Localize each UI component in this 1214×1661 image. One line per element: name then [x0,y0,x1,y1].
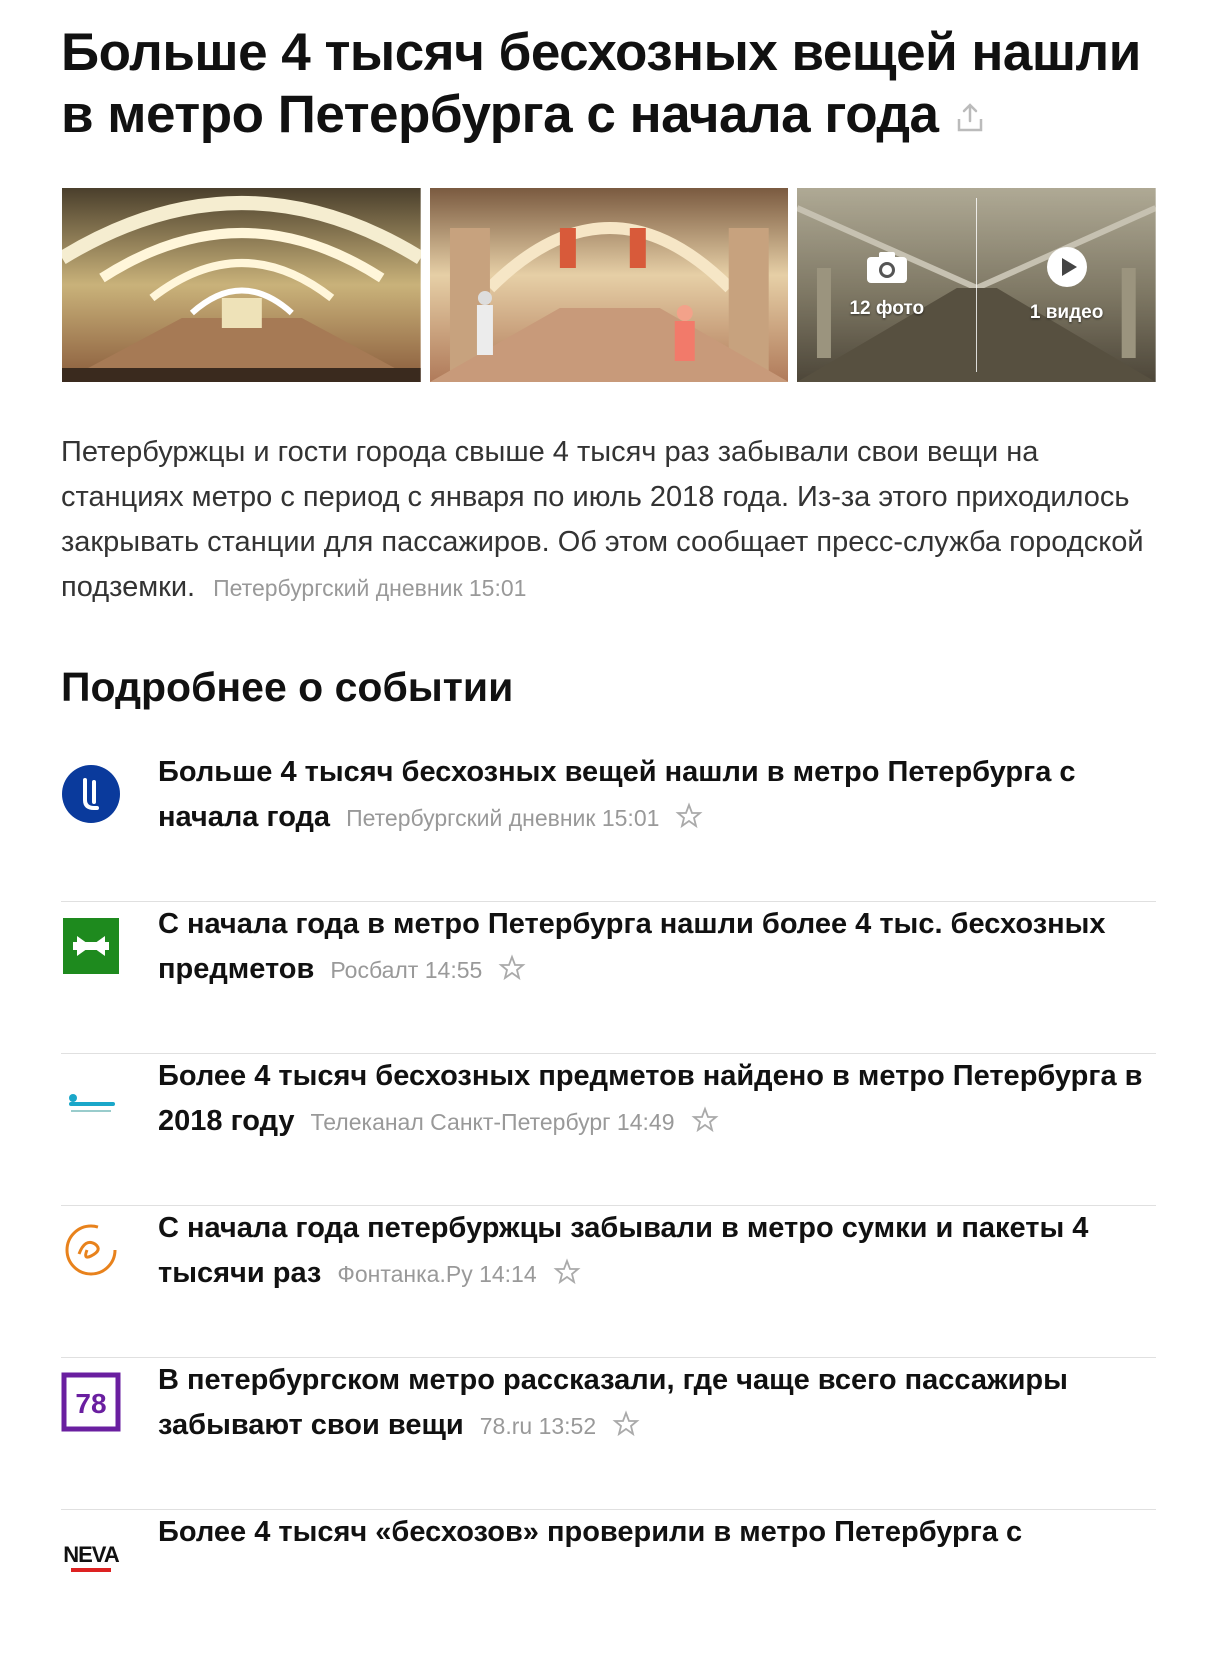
star-icon[interactable] [553,1258,581,1286]
title-row: Больше 4 тысяч бесхозных вещей нашли в м… [61,22,1161,146]
news-page: Больше 4 тысяч бесхозных вещей нашли в м… [0,0,1214,1572]
article-lead: Петербуржцы и гости города свыше 4 тысяч… [61,430,1151,611]
78-logo-text: 78 [75,1388,106,1419]
story-meta[interactable]: Телеканал Санкт-Петербург 14:49 [311,1109,675,1135]
story-headline[interactable]: С начала года в метро Петербурга нашли б… [158,908,1106,985]
story-item: NEVA Более 4 тысяч «бесхозов» проверили … [61,1510,1156,1661]
neva-today-logo[interactable]: NEVA [61,1524,121,1584]
spb-tv-logo[interactable] [61,1068,121,1128]
photos-button[interactable]: 12 фото [797,188,976,382]
story-item: Больше 4 тысяч бесхозных вещей нашли в м… [61,750,1156,902]
rosbalt-logo[interactable] [61,916,121,976]
lead-source[interactable]: Петербургский дневник 15:01 [213,575,526,601]
story-meta[interactable]: Фонтанка.Ру 14:14 [337,1261,536,1287]
fontanka-logo[interactable] [61,1220,121,1280]
story-headline[interactable]: Более 4 тысяч «бесхозов» проверили в мет… [158,1516,1022,1548]
star-icon[interactable] [612,1410,640,1438]
gallery-photo-1[interactable] [62,188,421,382]
photo-gallery: 12 фото 1 видео [62,188,1157,382]
video-button[interactable]: 1 видео [977,188,1156,382]
story-meta[interactable]: Петербургский дневник 15:01 [346,805,659,831]
star-icon[interactable] [675,802,703,830]
story-meta[interactable]: Росбалт 14:55 [330,957,482,983]
media-overlay: 12 фото 1 видео [797,188,1156,382]
star-icon[interactable] [498,954,526,982]
story-headline[interactable]: С начала года петербуржцы забывали в мет… [158,1212,1088,1289]
spb-diary-logo[interactable] [61,764,121,824]
gallery-media-tile: 12 фото 1 видео [797,188,1157,382]
78-logo[interactable]: 78 [61,1372,121,1432]
story-item: Более 4 тысяч бесхозных предметов найден… [61,1054,1156,1206]
neva-logo-text: NEVA [63,1542,120,1567]
photos-count-label: 12 фото [849,298,925,319]
story-item: 78 В петербургском метро рассказали, где… [61,1358,1156,1510]
play-icon [1046,247,1087,287]
story-meta[interactable]: 78.ru 13:52 [480,1413,596,1439]
story-item: С начала года петербуржцы забывали в мет… [61,1206,1156,1358]
share-icon[interactable] [953,101,987,135]
story-text: Более 4 тысяч «бесхозов» проверили в мет… [158,1510,1158,1555]
article-title: Больше 4 тысяч бесхозных вещей нашли в м… [61,22,1161,146]
section-title: Подробнее о событии [61,664,514,710]
gallery-photo-2[interactable] [429,188,789,382]
story-item: С начала года в метро Петербурга нашли б… [61,902,1156,1054]
story-text: Более 4 тысяч бесхозных предметов найден… [158,1054,1158,1145]
story-text: С начала года в метро Петербурга нашли б… [158,902,1158,993]
video-count-label: 1 видео [1029,302,1104,323]
camera-icon [866,252,907,283]
story-text: В петербургском метро рассказали, где ча… [158,1358,1158,1449]
story-text: Больше 4 тысяч бесхозных вещей нашли в м… [158,750,1158,841]
story-list: Больше 4 тысяч бесхозных вещей нашли в м… [61,750,1156,1661]
star-icon[interactable] [691,1106,719,1134]
story-text: С начала года петербуржцы забывали в мет… [158,1206,1158,1297]
